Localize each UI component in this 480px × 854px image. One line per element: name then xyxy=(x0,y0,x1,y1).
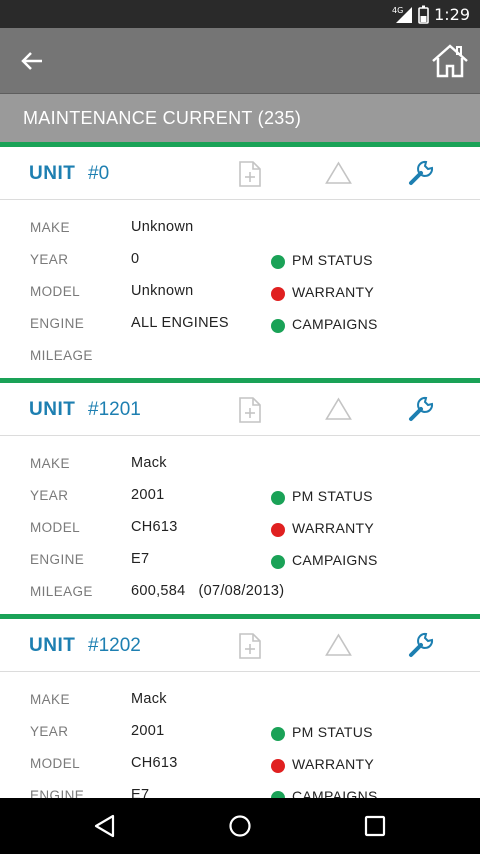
unit-card-details: MAKE Mack YEAR 2001 PM STATUS MODEL CH61… xyxy=(0,672,480,798)
signal-battery-icon: 4G xyxy=(392,5,429,24)
make-value: Unknown xyxy=(131,219,194,235)
engine-value: ALL ENGINES xyxy=(131,315,229,331)
unit-card-header: UNIT #1202 xyxy=(0,619,480,672)
unit-card[interactable]: UNIT #1202 MAKE Mack YEAR 2001 PM STATUS… xyxy=(0,614,480,798)
unit-card[interactable]: UNIT #1201 MAKE Mack YEAR 2001 PM STATUS… xyxy=(0,378,480,614)
unit-card-details: MAKE Mack YEAR 2001 PM STATUS MODEL CH61… xyxy=(0,436,480,614)
add-document-icon[interactable] xyxy=(238,633,262,659)
campaigns-indicator xyxy=(271,791,285,798)
year-label: YEAR xyxy=(30,252,69,267)
year-label: YEAR xyxy=(30,724,69,739)
engine-label: ENGINE xyxy=(30,552,85,567)
detail-row: MODEL CH613 WARRANTY xyxy=(0,752,480,776)
warranty-label: WARRANTY xyxy=(292,284,374,300)
campaigns-label: CAMPAIGNS xyxy=(292,552,378,568)
engine-label: ENGINE xyxy=(30,788,85,798)
model-value: Unknown xyxy=(131,283,194,299)
page-title: MAINTENANCE CURRENT (235) xyxy=(23,108,302,128)
nav-back-icon[interactable] xyxy=(91,812,119,840)
make-value: Mack xyxy=(131,691,167,707)
detail-row: MODEL CH613 WARRANTY xyxy=(0,516,480,540)
warning-triangle-icon[interactable] xyxy=(325,397,352,421)
make-label: MAKE xyxy=(30,220,70,235)
model-value: CH613 xyxy=(131,755,178,771)
model-label: MODEL xyxy=(30,756,81,771)
model-label: MODEL xyxy=(30,520,81,535)
unit-card[interactable]: UNIT #0 MAKE Unknown YEAR 0 PM STATUS MO… xyxy=(0,142,480,378)
pm-status-label: PM STATUS xyxy=(292,488,373,504)
section-title-bar: MAINTENANCE CURRENT (235) xyxy=(0,94,480,142)
app-bar xyxy=(0,28,480,94)
detail-row: MILEAGE 600,584 (07/08/2013) xyxy=(0,580,480,604)
warning-triangle-icon[interactable] xyxy=(325,161,352,185)
model-value: CH613 xyxy=(131,519,178,535)
year-value: 0 xyxy=(131,251,140,267)
svg-text:4G: 4G xyxy=(392,6,403,15)
wrench-icon[interactable] xyxy=(407,395,435,423)
detail-row: YEAR 2001 PM STATUS xyxy=(0,484,480,508)
pm-status-label: PM STATUS xyxy=(292,252,373,268)
engine-value: E7 xyxy=(131,551,150,567)
year-value: 2001 xyxy=(131,723,165,739)
detail-row: MODEL Unknown WARRANTY xyxy=(0,280,480,304)
warranty-label: WARRANTY xyxy=(292,756,374,772)
unit-number: #0 xyxy=(88,163,110,184)
warranty-indicator xyxy=(271,523,285,537)
home-icon[interactable] xyxy=(430,41,470,81)
engine-value: E7 xyxy=(131,787,150,798)
detail-row: ENGINE E7 CAMPAIGNS xyxy=(0,784,480,798)
engine-label: ENGINE xyxy=(30,316,85,331)
add-document-icon[interactable] xyxy=(238,397,262,423)
add-document-icon[interactable] xyxy=(238,161,262,187)
detail-row: ENGINE ALL ENGINES CAMPAIGNS xyxy=(0,312,480,336)
detail-row: YEAR 0 PM STATUS xyxy=(0,248,480,272)
warranty-label: WARRANTY xyxy=(292,520,374,536)
wrench-icon[interactable] xyxy=(407,159,435,187)
unit-card-details: MAKE Unknown YEAR 0 PM STATUS MODEL Unkn… xyxy=(0,200,480,378)
detail-row: MAKE Unknown xyxy=(0,216,480,240)
pm-status-indicator xyxy=(271,727,285,741)
detail-row: ENGINE E7 CAMPAIGNS xyxy=(0,548,480,572)
campaigns-label: CAMPAIGNS xyxy=(292,788,378,798)
unit-number: #1201 xyxy=(88,399,141,420)
make-label: MAKE xyxy=(30,692,70,707)
mileage-label: MILEAGE xyxy=(30,348,93,363)
campaigns-label: CAMPAIGNS xyxy=(292,316,378,332)
nav-home-icon[interactable] xyxy=(226,812,254,840)
pm-status-indicator xyxy=(271,491,285,505)
nav-recents-icon[interactable] xyxy=(361,812,389,840)
mileage-value: 600,584 (07/08/2013) xyxy=(131,583,285,599)
year-label: YEAR xyxy=(30,488,69,503)
campaigns-indicator xyxy=(271,555,285,569)
detail-row: MILEAGE xyxy=(0,344,480,368)
warranty-indicator xyxy=(271,287,285,301)
unit-label: UNIT xyxy=(29,163,76,184)
clock: 1:29 xyxy=(434,5,470,24)
unit-label: UNIT xyxy=(29,635,76,656)
unit-list[interactable]: UNIT #0 MAKE Unknown YEAR 0 PM STATUS MO… xyxy=(0,142,480,798)
make-label: MAKE xyxy=(30,456,70,471)
warning-triangle-icon[interactable] xyxy=(325,633,352,657)
warranty-indicator xyxy=(271,759,285,773)
system-nav-bar xyxy=(0,798,480,854)
campaigns-indicator xyxy=(271,319,285,333)
model-label: MODEL xyxy=(30,284,81,299)
pm-status-indicator xyxy=(271,255,285,269)
pm-status-label: PM STATUS xyxy=(292,724,373,740)
unit-label: UNIT xyxy=(29,399,76,420)
detail-row: MAKE Mack xyxy=(0,452,480,476)
year-value: 2001 xyxy=(131,487,165,503)
unit-number: #1202 xyxy=(88,635,141,656)
unit-card-header: UNIT #0 xyxy=(0,147,480,200)
detail-row: YEAR 2001 PM STATUS xyxy=(0,720,480,744)
wrench-icon[interactable] xyxy=(407,631,435,659)
arrow-left-icon[interactable] xyxy=(12,43,52,79)
make-value: Mack xyxy=(131,455,167,471)
mileage-label: MILEAGE xyxy=(30,584,93,599)
status-bar: 4G 1:29 xyxy=(0,0,480,28)
unit-card-header: UNIT #1201 xyxy=(0,383,480,436)
detail-row: MAKE Mack xyxy=(0,688,480,712)
